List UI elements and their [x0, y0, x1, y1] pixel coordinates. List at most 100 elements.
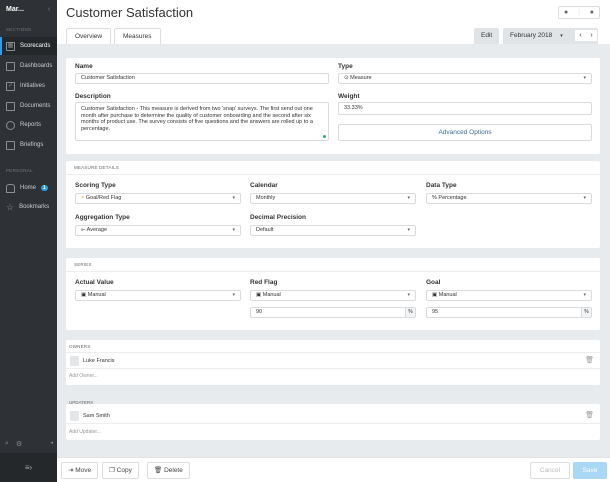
sidebar-item-initiatives[interactable]: ✓Initiatives: [0, 77, 57, 95]
updaters-card: UPDATERS Sam Smith🗑 Add Updater...: [66, 404, 600, 440]
sidebar-item-briefings[interactable]: Briefings: [0, 136, 57, 154]
description-label: Description: [75, 93, 111, 100]
value: Default: [256, 227, 273, 233]
footer-bar: ⇥ Move ❐ Copy 🗑 Delete Cancel Save: [57, 457, 610, 482]
info-icon[interactable]: ●: [564, 9, 568, 16]
updater-name: Sam Smith: [83, 408, 110, 424]
actual-value-label: Actual Value: [75, 279, 114, 286]
actual-value-select[interactable]: ▣ Manual▾: [75, 290, 241, 301]
measure-details-card: MEASURE DETAILS Scoring Type ◓ Goal/Red …: [66, 161, 600, 248]
avatar: [70, 411, 79, 421]
chevron-down-icon: ▾: [583, 291, 586, 300]
calendar-icon: ▣: [81, 292, 88, 298]
red-flag-label: Red Flag: [250, 279, 277, 286]
sidebar-item-reports[interactable]: Reports: [0, 116, 57, 134]
header-actions: ●|●: [558, 6, 600, 19]
copy-icon: ❐: [109, 467, 117, 474]
description-textarea[interactable]: Customer Satisfaction - This measure is …: [75, 102, 329, 141]
gear-icon[interactable]: ⚙: [16, 440, 22, 448]
label: Copy: [117, 467, 132, 474]
workspace-name[interactable]: Mar...: [6, 6, 24, 13]
document-icon: [6, 102, 15, 111]
chevron-down-icon: ▾: [560, 33, 563, 39]
label: Delete: [164, 467, 183, 474]
goal-input[interactable]: 95%: [426, 307, 592, 318]
red-flag-select[interactable]: ▣ Manual▾: [250, 290, 416, 301]
data-type-label: Data Type: [426, 182, 457, 189]
collapse-icon[interactable]: ◂: [50, 440, 53, 448]
value: Monthly: [256, 195, 275, 201]
calendar-select[interactable]: Monthly ▾: [250, 193, 416, 204]
advanced-options-button[interactable]: Advanced Options: [338, 124, 592, 141]
red-flag-input[interactable]: 90%: [250, 307, 416, 318]
search-icon[interactable]: ⌕: [5, 440, 9, 448]
cancel-button[interactable]: Cancel: [530, 462, 570, 479]
next-period-icon[interactable]: ›: [590, 30, 592, 41]
aggregation-type-select[interactable]: ⟜ Average▾: [75, 225, 241, 236]
tab-overview[interactable]: Overview: [66, 28, 111, 44]
page-title: Customer Satisfaction: [66, 5, 193, 20]
delete-button[interactable]: 🗑 Delete: [147, 462, 190, 479]
menu-icon[interactable]: ≡›: [0, 453, 57, 482]
value: Measure: [350, 75, 371, 81]
scoring-type-label: Scoring Type: [75, 182, 116, 189]
value: 95: [432, 309, 438, 315]
sidebar-item-scorecards[interactable]: ▦Scorecards: [0, 37, 57, 55]
value: Goal/Red Flag: [86, 195, 121, 201]
collapse-sidebar-icon[interactable]: ‹: [48, 6, 50, 13]
chevron-down-icon: ▾: [407, 194, 410, 203]
prev-period-icon[interactable]: ‹: [579, 30, 581, 41]
add-owner-input[interactable]: Add Owner...: [69, 373, 98, 379]
owner-row: Luke Francis🗑: [66, 353, 600, 369]
type-label: Type: [338, 63, 353, 70]
pie-chart-icon: [6, 121, 15, 130]
type-select[interactable]: ⊙ Measure▾: [338, 73, 592, 84]
label: Reports: [20, 122, 41, 128]
add-updater-input[interactable]: Add Updater...: [69, 429, 101, 435]
tab-measures[interactable]: Measures: [114, 28, 161, 44]
decimal-precision-select[interactable]: Default▾: [250, 225, 416, 236]
general-card: Name Customer Satisfaction Type ⊙ Measur…: [66, 58, 600, 154]
chevron-down-icon: ▾: [232, 226, 235, 235]
calendar-icon: ▣: [432, 292, 439, 298]
move-button[interactable]: ⇥ Move: [61, 462, 98, 479]
sections-label: SECTIONS: [6, 27, 31, 32]
trash-icon: 🗑: [154, 467, 164, 474]
value: Percentage: [438, 195, 466, 201]
section-header: MEASURE DETAILS: [66, 161, 600, 175]
trash-icon[interactable]: 🗑: [585, 353, 594, 369]
sidebar-item-home[interactable]: Home1: [0, 179, 57, 197]
dashboard-icon: [6, 62, 15, 71]
label: Initiatives: [20, 83, 45, 89]
data-type-select[interactable]: % Percentage▾: [426, 193, 592, 204]
copy-button[interactable]: ❐ Copy: [102, 462, 139, 479]
updater-row: Sam Smith 🗑: [66, 408, 600, 424]
series-card: SERIES Actual Value ▣ Manual▾ Red Flag ▣…: [66, 258, 600, 330]
sidebar-item-bookmarks[interactable]: ☆Bookmarks: [0, 198, 57, 216]
sidebar-item-documents[interactable]: Documents: [0, 97, 57, 115]
star-icon: ☆: [6, 202, 14, 213]
label: Scorecards: [20, 43, 50, 49]
book-icon: [6, 141, 15, 150]
label: Dashboards: [20, 63, 52, 69]
goal-select[interactable]: ▣ Manual▾: [426, 290, 592, 301]
goal-label: Goal: [426, 279, 440, 286]
name-input[interactable]: Customer Satisfaction: [75, 73, 329, 84]
history-icon[interactable]: ●: [590, 9, 594, 16]
sidebar: Mar... ‹ SECTIONS ▦Scorecards Dashboards…: [0, 0, 57, 482]
header: Customer Satisfaction ●|● Overview Measu…: [57, 0, 610, 44]
status-dot: [323, 135, 326, 138]
scoring-type-select[interactable]: ◓ Goal/Red Flag▾: [75, 193, 241, 204]
label: Home: [20, 185, 36, 191]
period-label: February 2018: [510, 32, 552, 39]
owners-card: OWNERS Luke Francis🗑 Add Owner...: [66, 340, 600, 385]
trash-icon[interactable]: 🗑: [585, 408, 594, 424]
weight-input[interactable]: 33.33%: [338, 102, 592, 115]
save-button[interactable]: Save: [573, 462, 607, 479]
sidebar-item-dashboards[interactable]: Dashboards: [0, 57, 57, 75]
name-label: Name: [75, 63, 93, 70]
chevron-down-icon: ▾: [583, 74, 586, 83]
label: Documents: [20, 103, 50, 109]
edit-tab[interactable]: Edit: [474, 28, 499, 44]
period-nav: ‹›: [575, 30, 597, 41]
